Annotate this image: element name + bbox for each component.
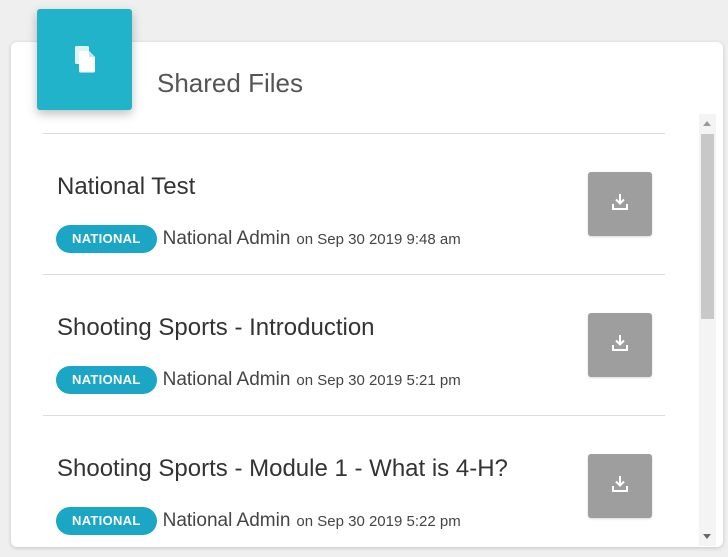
download-icon xyxy=(610,474,630,499)
list-item: Shooting Sports - Introduction NATIONAL … xyxy=(43,274,665,415)
list-item: National Test NATIONAL National Admin on… xyxy=(43,133,665,274)
list-item: Shooting Sports - Module 1 - What is 4-H… xyxy=(43,415,665,547)
file-list: National Test NATIONAL National Admin on… xyxy=(43,133,665,547)
file-meta: NATIONAL National Admin on Sep 30 2019 5… xyxy=(56,365,461,395)
file-copy-icon xyxy=(73,9,97,78)
file-date: on Sep 30 2019 5:22 pm xyxy=(296,512,461,530)
file-name[interactable]: Shooting Sports - Module 1 - What is 4-H… xyxy=(57,455,508,483)
file-name[interactable]: National Test xyxy=(57,173,195,201)
page-title: Shared Files xyxy=(157,68,303,98)
file-meta: NATIONAL National Admin on Sep 30 2019 9… xyxy=(56,224,461,254)
scrollbar-thumb[interactable] xyxy=(701,134,714,319)
file-author: National Admin xyxy=(162,228,291,249)
file-date: on Sep 30 2019 5:21 pm xyxy=(296,371,461,389)
scope-badge: NATIONAL xyxy=(56,507,157,535)
file-list-viewport: National Test NATIONAL National Admin on… xyxy=(11,133,699,547)
scroll-up-arrow-icon[interactable] xyxy=(703,121,711,126)
vertical-scrollbar[interactable] xyxy=(699,114,716,546)
download-icon xyxy=(610,333,630,358)
file-meta: NATIONAL National Admin on Sep 30 2019 5… xyxy=(56,506,461,536)
shared-files-header-icon xyxy=(37,9,132,110)
file-date: on Sep 30 2019 9:48 am xyxy=(296,230,461,248)
download-icon xyxy=(610,192,630,217)
download-button[interactable] xyxy=(588,313,652,377)
scope-badge: NATIONAL xyxy=(56,225,157,253)
download-button[interactable] xyxy=(588,454,652,518)
scroll-down-arrow-icon[interactable] xyxy=(703,534,711,539)
file-author: National Admin xyxy=(162,369,291,390)
download-button[interactable] xyxy=(588,172,652,236)
file-name[interactable]: Shooting Sports - Introduction xyxy=(57,314,375,342)
file-author: National Admin xyxy=(162,510,291,531)
scope-badge: NATIONAL xyxy=(56,366,157,394)
